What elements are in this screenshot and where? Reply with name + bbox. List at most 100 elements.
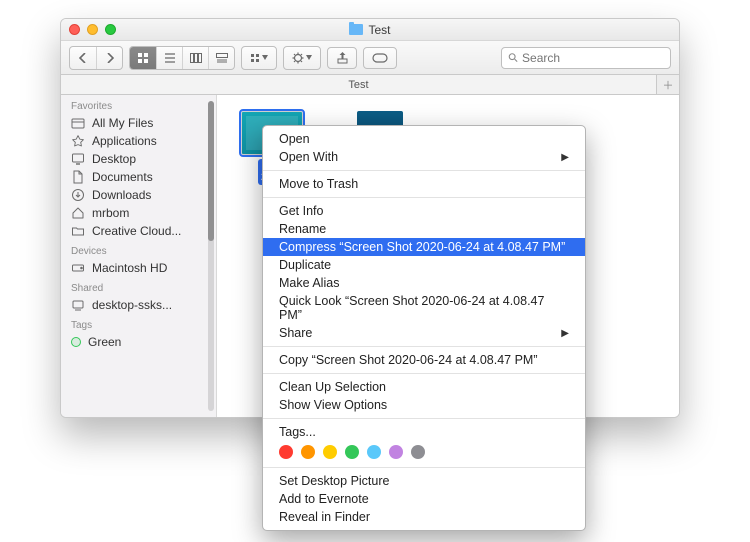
list-view-button[interactable] xyxy=(156,47,182,69)
sidebar-item-label: Creative Cloud... xyxy=(92,224,181,238)
context-item[interactable]: Move to Trash xyxy=(263,175,585,193)
tag-color-dot[interactable] xyxy=(323,445,337,459)
sidebar-item-desktop[interactable]: Desktop xyxy=(61,150,216,168)
context-item[interactable]: Clean Up Selection xyxy=(263,378,585,396)
context-item-label: Tags... xyxy=(279,425,316,439)
context-item[interactable]: Quick Look “Screen Shot 2020-06-24 at 4.… xyxy=(263,292,585,324)
tag-color-dot[interactable] xyxy=(279,445,293,459)
sidebar-item-documents[interactable]: Documents xyxy=(61,168,216,186)
search-input[interactable] xyxy=(522,51,664,65)
disk-icon xyxy=(71,261,85,275)
context-item[interactable]: Duplicate xyxy=(263,256,585,274)
share-button[interactable] xyxy=(327,47,357,69)
submenu-arrow-icon: ▶ xyxy=(561,328,569,339)
search-field[interactable] xyxy=(501,47,671,69)
sidebar-item-label: desktop-ssks... xyxy=(92,298,172,312)
arrange-button-group xyxy=(241,46,277,70)
close-button[interactable] xyxy=(69,24,80,35)
submenu-arrow-icon: ▶ xyxy=(561,152,569,163)
sidebar-item-all-my-files[interactable]: All My Files xyxy=(61,114,216,132)
context-item-label: Quick Look “Screen Shot 2020-06-24 at 4.… xyxy=(279,294,569,322)
tab-label: Test xyxy=(348,79,368,91)
context-item[interactable]: Set Desktop Picture xyxy=(263,472,585,490)
sidebar-item-label: Green xyxy=(88,335,121,349)
context-item-label: Get Info xyxy=(279,204,323,218)
context-item[interactable]: Show View Options xyxy=(263,396,585,414)
context-separator xyxy=(263,170,585,171)
computer-icon xyxy=(71,298,85,312)
tab-bar: Test ＋ xyxy=(61,75,679,95)
documents-icon xyxy=(71,170,85,184)
new-tab-button[interactable]: ＋ xyxy=(657,75,679,94)
sidebar-item-applications[interactable]: Applications xyxy=(61,132,216,150)
applications-icon xyxy=(71,134,85,148)
sidebar-section-shared: Shared xyxy=(61,277,216,296)
context-item[interactable]: Tags... xyxy=(263,423,585,441)
minimize-button[interactable] xyxy=(87,24,98,35)
sidebar-item-shared-computer[interactable]: desktop-ssks... xyxy=(61,296,216,314)
context-item-label: Show View Options xyxy=(279,398,387,412)
context-item-label: Make Alias xyxy=(279,276,339,290)
context-item[interactable]: Make Alias xyxy=(263,274,585,292)
action-button[interactable] xyxy=(284,47,320,69)
context-item[interactable]: Open xyxy=(263,130,585,148)
context-separator xyxy=(263,346,585,347)
sidebar-item-downloads[interactable]: Downloads xyxy=(61,186,216,204)
sidebar-scrollbar-thumb[interactable] xyxy=(208,101,214,241)
context-item[interactable]: Copy “Screen Shot 2020-06-24 at 4.08.47 … xyxy=(263,351,585,369)
context-item-label: Reveal in Finder xyxy=(279,510,370,524)
context-tag-colors xyxy=(263,441,585,463)
folder-icon xyxy=(349,24,363,35)
context-item[interactable]: Reveal in Finder xyxy=(263,508,585,526)
titlebar: Test xyxy=(61,19,679,41)
context-separator xyxy=(263,373,585,374)
sidebar-item-label: Desktop xyxy=(92,152,136,166)
folder-icon xyxy=(71,224,85,238)
tags-button[interactable] xyxy=(363,47,397,69)
sidebar-item-macintosh-hd[interactable]: Macintosh HD xyxy=(61,259,216,277)
context-item[interactable]: Open With ▶ xyxy=(263,148,585,166)
context-item-label: Move to Trash xyxy=(279,177,358,191)
context-item[interactable]: Get Info xyxy=(263,202,585,220)
downloads-icon xyxy=(71,188,85,202)
context-item-label: Share xyxy=(279,326,312,340)
context-item-label: Open xyxy=(279,132,310,146)
tag-color-dot[interactable] xyxy=(411,445,425,459)
context-item[interactable]: Rename xyxy=(263,220,585,238)
sidebar-item-label: Applications xyxy=(92,134,157,148)
tag-color-dot[interactable] xyxy=(367,445,381,459)
icon-view-button[interactable] xyxy=(130,47,156,69)
sidebar-item-label: Downloads xyxy=(92,188,151,202)
nav-buttons xyxy=(69,46,123,70)
sidebar-item-label: Documents xyxy=(92,170,153,184)
context-item-label: Duplicate xyxy=(279,258,331,272)
tag-color-dot[interactable] xyxy=(345,445,359,459)
traffic-lights xyxy=(69,24,116,35)
context-item[interactable]: Share ▶ xyxy=(263,324,585,342)
home-icon xyxy=(71,206,85,220)
coverflow-view-button[interactable] xyxy=(208,47,234,69)
context-separator xyxy=(263,418,585,419)
tag-color-dot[interactable] xyxy=(389,445,403,459)
view-mode-buttons xyxy=(129,46,235,70)
sidebar-item-label: Macintosh HD xyxy=(92,261,167,275)
context-item[interactable]: Compress “Screen Shot 2020-06-24 at 4.08… xyxy=(263,238,585,256)
all-files-icon xyxy=(71,116,85,130)
tab-test[interactable]: Test xyxy=(61,75,657,94)
action-button-group xyxy=(283,46,321,70)
context-item-label: Open With xyxy=(279,150,338,164)
column-view-button[interactable] xyxy=(182,47,208,69)
sidebar-item-creative-cloud[interactable]: Creative Cloud... xyxy=(61,222,216,240)
tag-color-dot[interactable] xyxy=(301,445,315,459)
maximize-button[interactable] xyxy=(105,24,116,35)
sidebar-item-tag-green[interactable]: Green xyxy=(61,333,216,351)
context-item[interactable]: Add to Evernote xyxy=(263,490,585,508)
back-button[interactable] xyxy=(70,47,96,69)
sidebar-item-home[interactable]: mrbom xyxy=(61,204,216,222)
sidebar-item-label: mrbom xyxy=(92,206,129,220)
window-title-text: Test xyxy=(368,23,390,37)
context-menu: Open Open With ▶ Move to Trash Get Info Renam… xyxy=(262,125,586,531)
sidebar-item-label: All My Files xyxy=(92,116,153,130)
arrange-button[interactable] xyxy=(242,47,276,69)
forward-button[interactable] xyxy=(96,47,122,69)
